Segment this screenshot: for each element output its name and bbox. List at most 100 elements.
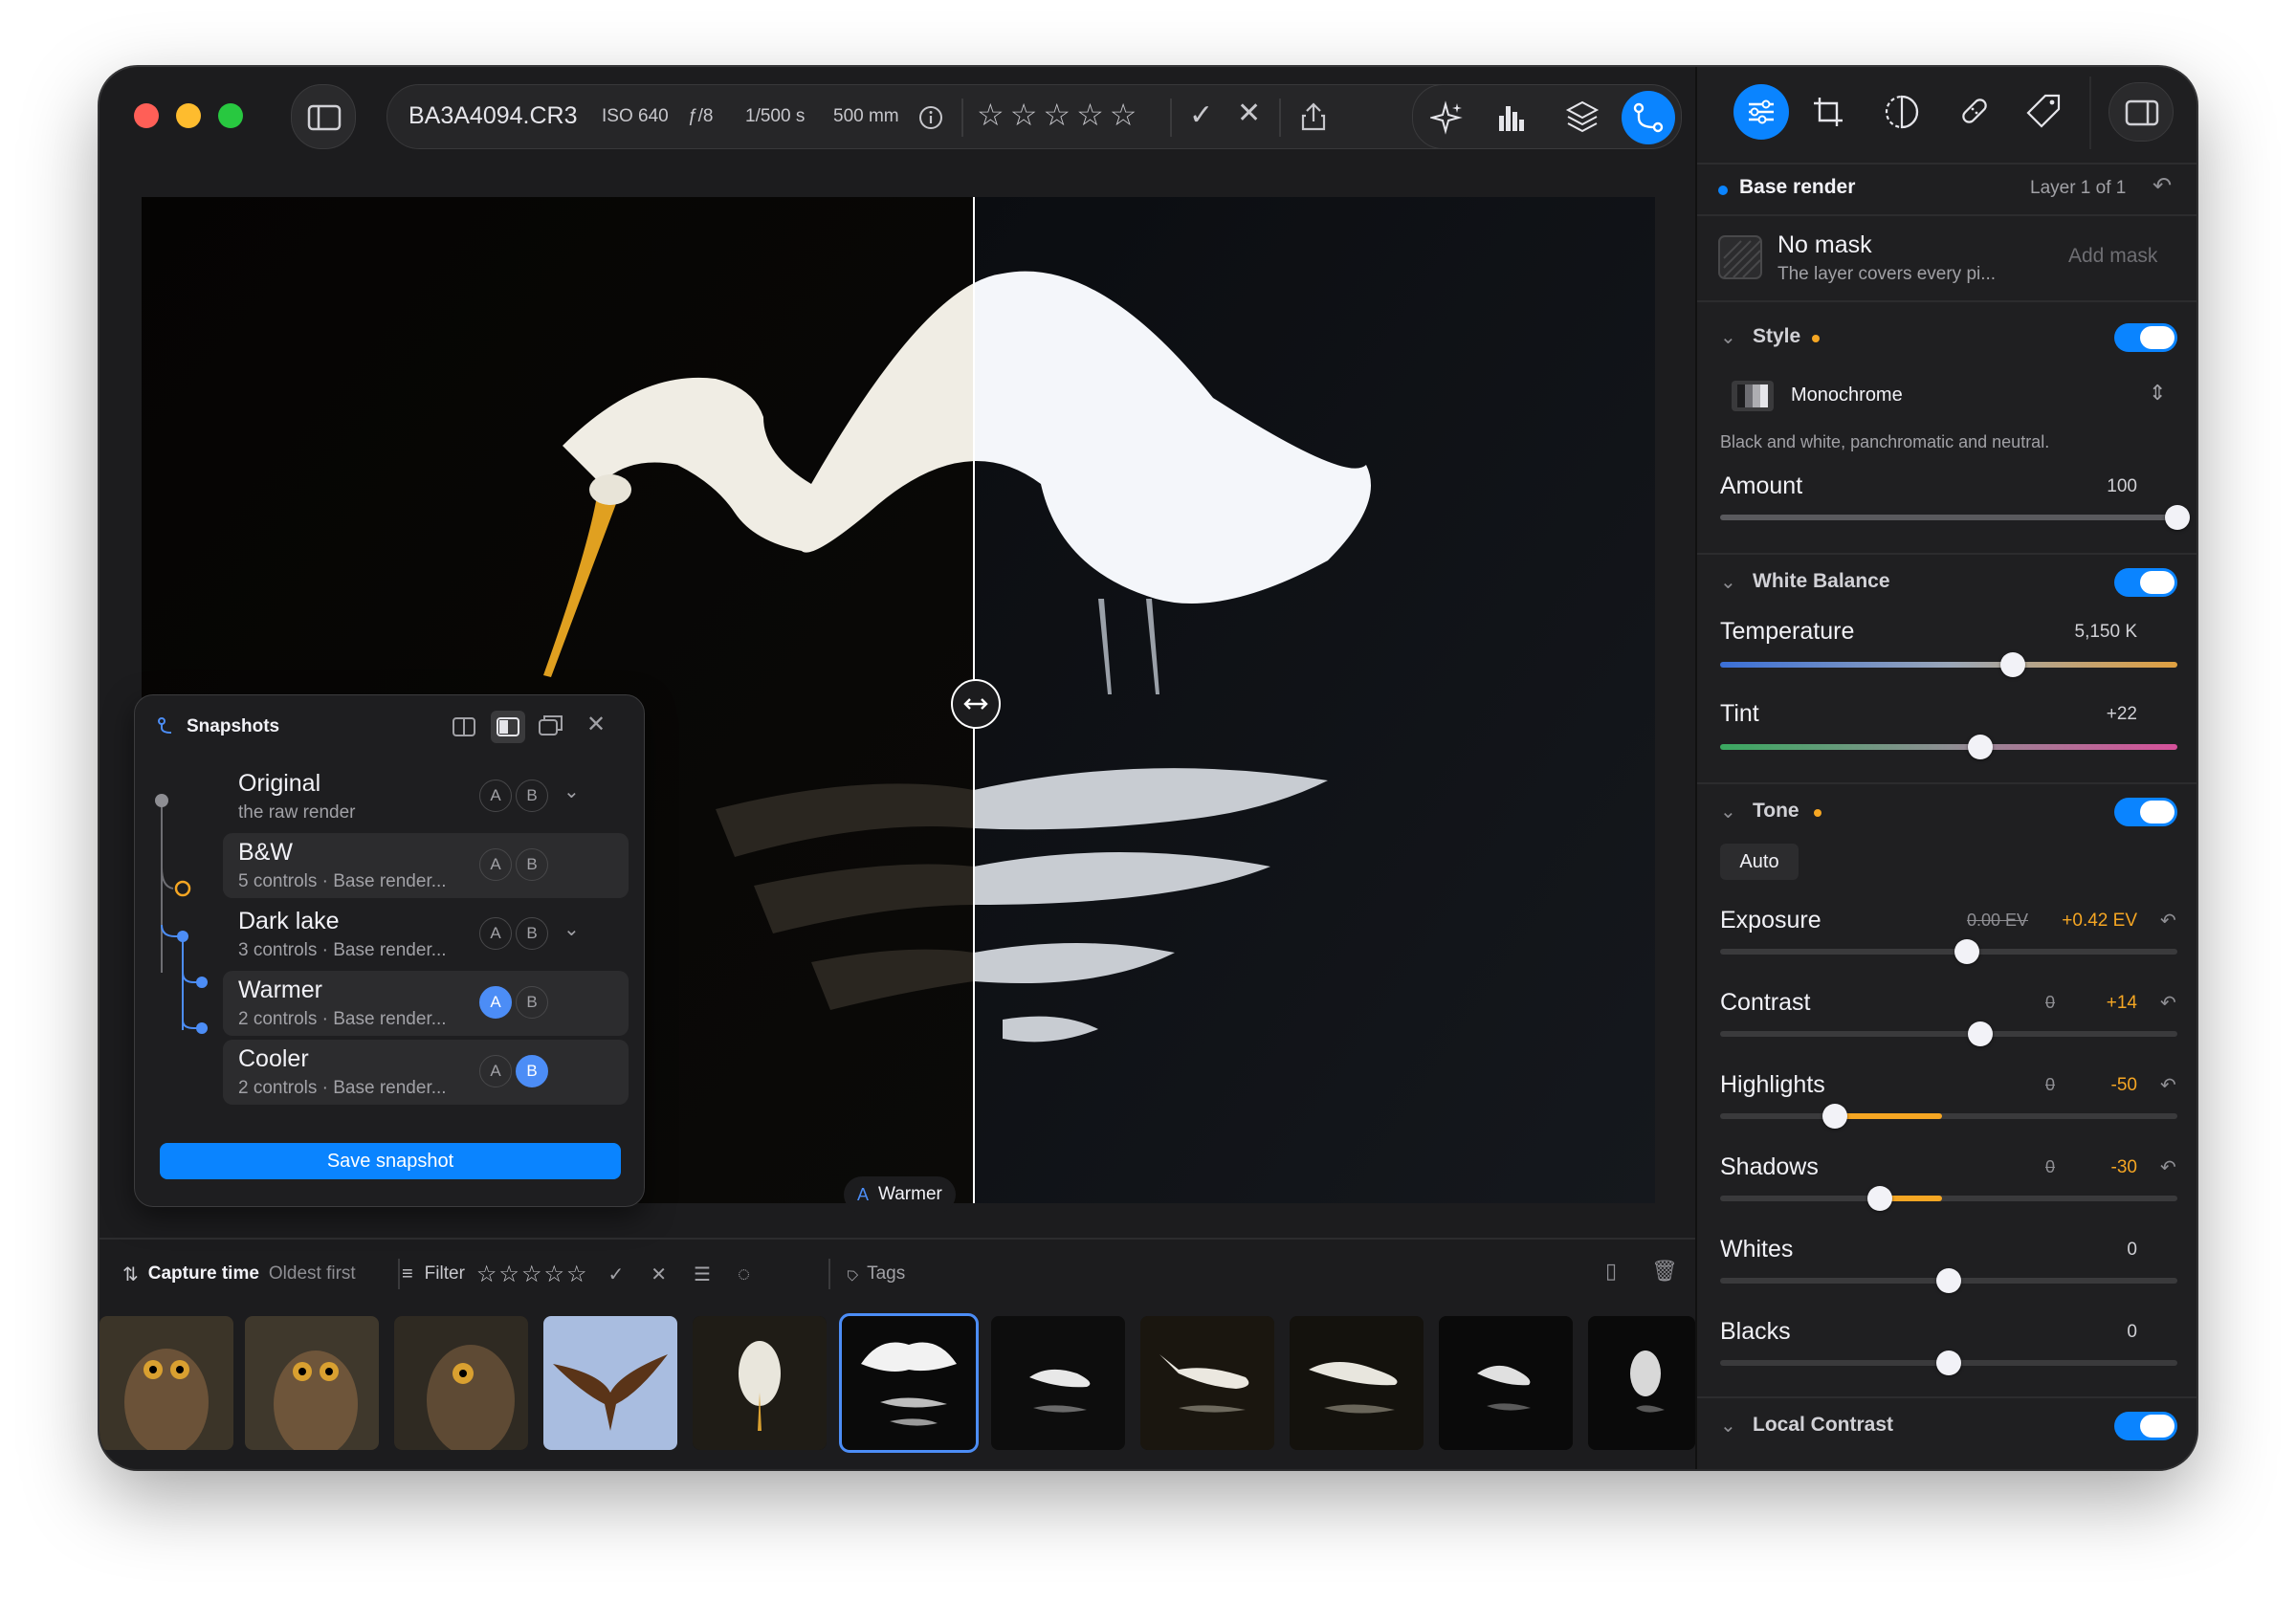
set-b-button[interactable]: B: [516, 1055, 548, 1087]
crop-icon[interactable]: [1810, 94, 1846, 130]
close-icon[interactable]: ✕: [586, 711, 606, 738]
set-a-button[interactable]: A: [479, 848, 512, 881]
set-b-button[interactable]: B: [516, 986, 548, 1019]
toggle-inspector-button[interactable]: [2108, 82, 2174, 142]
local-contrast-section-header[interactable]: Local Contrast: [1753, 1414, 1893, 1437]
reset-icon[interactable]: ↶: [2160, 991, 2176, 1015]
style-section-header[interactable]: Style: [1753, 325, 1800, 348]
contrast-slider-knob[interactable]: [1968, 1021, 1994, 1046]
set-a-button[interactable]: A: [479, 780, 512, 812]
blacks-slider-knob[interactable]: [1936, 1350, 1961, 1375]
share-icon[interactable]: [1298, 100, 1329, 133]
mask-icon[interactable]: [1881, 92, 1923, 132]
thumbnail-egret-5[interactable]: [1290, 1316, 1424, 1450]
star-icon[interactable]: ☆: [1043, 98, 1076, 132]
star-icon[interactable]: ☆: [1010, 98, 1044, 132]
thumbnail-egret-7[interactable]: [1588, 1316, 1695, 1450]
style-preset-select[interactable]: Monochrome ⇕: [1720, 371, 2177, 421]
star-icon[interactable]: ☆: [1110, 98, 1143, 132]
tag-icon[interactable]: [2024, 92, 2063, 130]
star-icon[interactable]: ☆: [1076, 98, 1110, 132]
set-b-button[interactable]: B: [516, 917, 548, 950]
tone-section-header[interactable]: Tone: [1753, 800, 1799, 823]
set-a-button[interactable]: A: [479, 1055, 512, 1087]
shadows-slider[interactable]: [1720, 1196, 2177, 1201]
adjustments-icon[interactable]: ☰: [694, 1263, 711, 1286]
whites-slider-knob[interactable]: [1936, 1268, 1961, 1293]
tags-filter[interactable]: ⌂ Tags: [840, 1257, 906, 1291]
tint-slider[interactable]: [1720, 744, 2177, 750]
snapshot-item-bw[interactable]: B&W 5 controls · Base render... A B: [223, 833, 629, 898]
undo-icon[interactable]: ↶: [2152, 172, 2172, 200]
local-contrast-toggle[interactable]: [2114, 1412, 2177, 1440]
thumbnail-owl-2[interactable]: [245, 1316, 379, 1450]
shadows-value[interactable]: -30: [2061, 1157, 2137, 1178]
add-mask-button[interactable]: Add mask: [2068, 245, 2157, 268]
highlights-slider[interactable]: [1720, 1113, 2177, 1119]
overlay-view-icon[interactable]: [537, 713, 565, 739]
thumbnail-owl-3[interactable]: [394, 1316, 528, 1450]
trash-icon[interactable]: 🗑: [1651, 1259, 1678, 1284]
star-icon[interactable]: ☆: [476, 1262, 499, 1287]
temperature-slider[interactable]: [1720, 662, 2177, 668]
reset-icon[interactable]: ↶: [2160, 1073, 2176, 1097]
contrast-value[interactable]: +14: [2061, 993, 2137, 1014]
sort-control[interactable]: ⇅ Capture time Oldest first: [122, 1257, 356, 1291]
exposure-slider-knob[interactable]: [1954, 939, 1980, 964]
bandage-heal-icon[interactable]: [1955, 92, 1994, 130]
close-window-button[interactable]: [134, 103, 159, 128]
temperature-value[interactable]: 5,150 K: [2022, 622, 2138, 643]
blacks-value[interactable]: 0: [2061, 1322, 2137, 1343]
thumbnail-egret-3[interactable]: [991, 1316, 1125, 1450]
contrast-slider[interactable]: [1720, 1031, 2177, 1037]
set-a-button[interactable]: A: [479, 986, 512, 1019]
chevron-down-icon[interactable]: ⌄: [1720, 800, 1736, 823]
snapshot-item-dark-lake[interactable]: Dark lake 3 controls · Base render... A …: [223, 902, 629, 967]
thumbnail-egret-4[interactable]: [1140, 1316, 1274, 1450]
thumbnail-kite[interactable]: [543, 1316, 677, 1450]
white-balance-toggle[interactable]: [2114, 568, 2177, 597]
filter-stars[interactable]: ☆☆☆☆☆: [476, 1261, 589, 1288]
amount-slider[interactable]: [1720, 515, 2177, 520]
temperature-slider-knob[interactable]: [1999, 652, 2025, 677]
chevron-down-icon[interactable]: ⌄: [1720, 1414, 1736, 1438]
snapshot-item-warmer[interactable]: Warmer 2 controls · Base render... A B: [223, 971, 629, 1036]
layers-icon[interactable]: [1564, 99, 1601, 135]
histogram-icon[interactable]: [1495, 100, 1530, 135]
thumbnail-owl-1[interactable]: [99, 1316, 233, 1450]
reset-icon[interactable]: ↶: [2160, 1155, 2176, 1179]
chevron-down-icon[interactable]: ⌄: [1720, 570, 1736, 594]
adjustments-tab-button[interactable]: [1733, 84, 1789, 140]
highlights-slider-knob[interactable]: [1821, 1104, 1847, 1129]
circle-icon[interactable]: ◌: [738, 1262, 750, 1286]
thumbnail-egret-front[interactable]: [693, 1316, 827, 1450]
rating-stars[interactable]: ☆☆☆☆☆: [977, 97, 1142, 133]
chevron-down-icon[interactable]: ⌄: [1720, 325, 1736, 349]
save-snapshot-button[interactable]: Save snapshot: [160, 1143, 621, 1179]
filter-control[interactable]: ≡ Filter ☆☆☆☆☆ ✓ ✕ ☰ ◌: [402, 1257, 750, 1291]
tint-value[interactable]: +22: [2042, 704, 2137, 725]
style-toggle[interactable]: [2114, 323, 2177, 352]
set-b-button[interactable]: B: [516, 780, 548, 812]
star-icon[interactable]: ☆: [498, 1262, 521, 1287]
tint-slider-knob[interactable]: [1968, 735, 1994, 759]
chevron-down-icon[interactable]: ⌄: [563, 917, 580, 941]
star-icon[interactable]: ☆: [543, 1262, 566, 1287]
whites-value[interactable]: 0: [2061, 1240, 2137, 1261]
amount-value[interactable]: 100: [2042, 476, 2137, 497]
filter-checkmark-icon[interactable]: ✓: [607, 1263, 624, 1286]
shadows-slider-knob[interactable]: [1867, 1186, 1893, 1211]
reject-x-icon[interactable]: ✕: [1237, 97, 1261, 130]
tone-toggle[interactable]: [2114, 798, 2177, 826]
info-icon[interactable]: [917, 104, 944, 131]
thumbnail-egret-current[interactable]: [839, 1313, 979, 1453]
layer-name[interactable]: Base render: [1739, 176, 1855, 199]
reset-icon[interactable]: ↶: [2160, 909, 2176, 933]
exposure-slider[interactable]: [1720, 949, 2177, 955]
snapshot-item-cooler[interactable]: Cooler 2 controls · Base render... A B: [223, 1040, 629, 1105]
sparkle-icon[interactable]: [1430, 100, 1465, 135]
snapshots-tool-button[interactable]: [1622, 91, 1675, 144]
highlights-value[interactable]: -50: [2061, 1075, 2137, 1096]
auto-tone-button[interactable]: Auto: [1720, 844, 1799, 880]
snapshot-item-original[interactable]: Original the raw render A B ⌄: [223, 764, 629, 829]
